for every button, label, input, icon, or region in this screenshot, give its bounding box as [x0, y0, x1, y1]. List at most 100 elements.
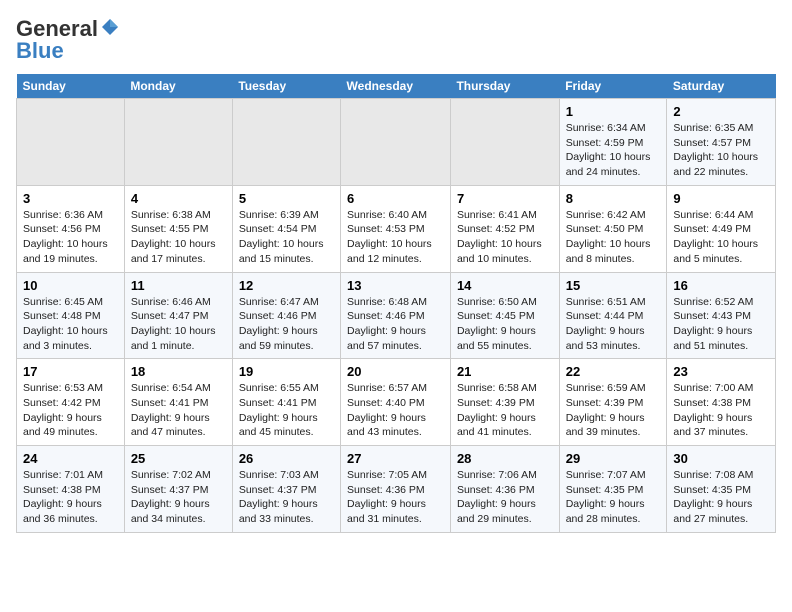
day-info: Sunrise: 6:46 AM Sunset: 4:47 PM Dayligh…	[131, 295, 226, 354]
calendar-cell: 7 Sunrise: 6:41 AM Sunset: 4:52 PM Daylig…	[450, 185, 559, 272]
calendar-cell: 6 Sunrise: 6:40 AM Sunset: 4:53 PM Daylig…	[341, 185, 451, 272]
day-number: 6	[347, 191, 444, 206]
day-info: Sunrise: 6:50 AM Sunset: 4:45 PM Dayligh…	[457, 295, 553, 354]
calendar-cell	[124, 99, 232, 186]
calendar-cell: 10 Sunrise: 6:45 AM Sunset: 4:48 PM Dayli…	[17, 272, 125, 359]
day-number: 27	[347, 451, 444, 466]
day-info: Sunrise: 6:39 AM Sunset: 4:54 PM Dayligh…	[239, 208, 334, 267]
calendar-cell: 22 Sunrise: 6:59 AM Sunset: 4:39 PM Dayli…	[559, 359, 667, 446]
calendar-cell: 30 Sunrise: 7:08 AM Sunset: 4:35 PM Dayli…	[667, 446, 776, 533]
day-info: Sunrise: 7:02 AM Sunset: 4:37 PM Dayligh…	[131, 468, 226, 527]
day-info: Sunrise: 6:58 AM Sunset: 4:39 PM Dayligh…	[457, 381, 553, 440]
day-info: Sunrise: 6:41 AM Sunset: 4:52 PM Dayligh…	[457, 208, 553, 267]
day-info: Sunrise: 6:47 AM Sunset: 4:46 PM Dayligh…	[239, 295, 334, 354]
day-number: 7	[457, 191, 553, 206]
calendar-cell: 26 Sunrise: 7:03 AM Sunset: 4:37 PM Dayli…	[232, 446, 340, 533]
day-number: 28	[457, 451, 553, 466]
day-number: 4	[131, 191, 226, 206]
calendar-cell: 19 Sunrise: 6:55 AM Sunset: 4:41 PM Dayli…	[232, 359, 340, 446]
calendar-cell: 14 Sunrise: 6:50 AM Sunset: 4:45 PM Dayli…	[450, 272, 559, 359]
day-number: 5	[239, 191, 334, 206]
calendar-cell: 8 Sunrise: 6:42 AM Sunset: 4:50 PM Daylig…	[559, 185, 667, 272]
day-info: Sunrise: 6:35 AM Sunset: 4:57 PM Dayligh…	[673, 121, 769, 180]
calendar-cell	[17, 99, 125, 186]
calendar-cell: 3Sunrise: 6:36 AM Sunset: 4:56 PM Daylig…	[17, 185, 125, 272]
col-header-tuesday: Tuesday	[232, 74, 340, 99]
calendar-cell: 27 Sunrise: 7:05 AM Sunset: 4:36 PM Dayli…	[341, 446, 451, 533]
day-number: 9	[673, 191, 769, 206]
calendar-cell: 4 Sunrise: 6:38 AM Sunset: 4:55 PM Daylig…	[124, 185, 232, 272]
day-info: Sunrise: 6:45 AM Sunset: 4:48 PM Dayligh…	[23, 295, 118, 354]
logo-icon	[100, 17, 120, 37]
day-number: 11	[131, 278, 226, 293]
day-info: Sunrise: 7:07 AM Sunset: 4:35 PM Dayligh…	[566, 468, 661, 527]
col-header-saturday: Saturday	[667, 74, 776, 99]
calendar-cell: 5 Sunrise: 6:39 AM Sunset: 4:54 PM Daylig…	[232, 185, 340, 272]
day-info: Sunrise: 7:05 AM Sunset: 4:36 PM Dayligh…	[347, 468, 444, 527]
logo: General Blue	[16, 16, 120, 64]
day-number: 10	[23, 278, 118, 293]
calendar-cell: 18 Sunrise: 6:54 AM Sunset: 4:41 PM Dayli…	[124, 359, 232, 446]
calendar-week-row: 24Sunrise: 7:01 AM Sunset: 4:38 PM Dayli…	[17, 446, 776, 533]
calendar-week-row: 17 Sunrise: 6:53 AM Sunset: 4:42 PM Dayli…	[17, 359, 776, 446]
day-info: Sunrise: 7:08 AM Sunset: 4:35 PM Dayligh…	[673, 468, 769, 527]
calendar-cell: 12Sunrise: 6:47 AM Sunset: 4:46 PM Dayli…	[232, 272, 340, 359]
day-info: Sunrise: 6:40 AM Sunset: 4:53 PM Dayligh…	[347, 208, 444, 267]
day-info: Sunrise: 7:06 AM Sunset: 4:36 PM Dayligh…	[457, 468, 553, 527]
day-info: Sunrise: 6:54 AM Sunset: 4:41 PM Dayligh…	[131, 381, 226, 440]
calendar-cell: 20 Sunrise: 6:57 AM Sunset: 4:40 PM Dayli…	[341, 359, 451, 446]
day-number: 29	[566, 451, 661, 466]
col-header-sunday: Sunday	[17, 74, 125, 99]
day-number: 21	[457, 364, 553, 379]
day-number: 13	[347, 278, 444, 293]
day-info: Sunrise: 7:00 AM Sunset: 4:38 PM Dayligh…	[673, 381, 769, 440]
calendar-cell	[232, 99, 340, 186]
day-number: 25	[131, 451, 226, 466]
day-number: 26	[239, 451, 334, 466]
calendar-week-row: 1 Sunrise: 6:34 AM Sunset: 4:59 PM Daylig…	[17, 99, 776, 186]
calendar-week-row: 3Sunrise: 6:36 AM Sunset: 4:56 PM Daylig…	[17, 185, 776, 272]
day-number: 14	[457, 278, 553, 293]
calendar-cell: 11 Sunrise: 6:46 AM Sunset: 4:47 PM Dayli…	[124, 272, 232, 359]
day-number: 18	[131, 364, 226, 379]
day-info: Sunrise: 6:55 AM Sunset: 4:41 PM Dayligh…	[239, 381, 334, 440]
day-info: Sunrise: 6:48 AM Sunset: 4:46 PM Dayligh…	[347, 295, 444, 354]
day-info: Sunrise: 6:36 AM Sunset: 4:56 PM Dayligh…	[23, 208, 118, 267]
calendar-table: SundayMondayTuesdayWednesdayThursdayFrid…	[16, 74, 776, 533]
day-info: Sunrise: 7:03 AM Sunset: 4:37 PM Dayligh…	[239, 468, 334, 527]
logo-blue-text: Blue	[16, 38, 64, 64]
calendar-cell	[341, 99, 451, 186]
calendar-cell: 17 Sunrise: 6:53 AM Sunset: 4:42 PM Dayli…	[17, 359, 125, 446]
calendar-cell: 21 Sunrise: 6:58 AM Sunset: 4:39 PM Dayli…	[450, 359, 559, 446]
calendar-cell: 2Sunrise: 6:35 AM Sunset: 4:57 PM Daylig…	[667, 99, 776, 186]
day-number: 23	[673, 364, 769, 379]
page-header: General Blue	[16, 16, 776, 64]
calendar-cell: 16 Sunrise: 6:52 AM Sunset: 4:43 PM Dayli…	[667, 272, 776, 359]
day-info: Sunrise: 6:34 AM Sunset: 4:59 PM Dayligh…	[566, 121, 661, 180]
day-info: Sunrise: 6:59 AM Sunset: 4:39 PM Dayligh…	[566, 381, 661, 440]
day-number: 19	[239, 364, 334, 379]
day-info: Sunrise: 6:53 AM Sunset: 4:42 PM Dayligh…	[23, 381, 118, 440]
calendar-cell	[450, 99, 559, 186]
day-number: 20	[347, 364, 444, 379]
calendar-cell: 23 Sunrise: 7:00 AM Sunset: 4:38 PM Dayli…	[667, 359, 776, 446]
calendar-cell: 9Sunrise: 6:44 AM Sunset: 4:49 PM Daylig…	[667, 185, 776, 272]
day-info: Sunrise: 6:57 AM Sunset: 4:40 PM Dayligh…	[347, 381, 444, 440]
col-header-wednesday: Wednesday	[341, 74, 451, 99]
calendar-week-row: 10 Sunrise: 6:45 AM Sunset: 4:48 PM Dayli…	[17, 272, 776, 359]
calendar-cell: 1 Sunrise: 6:34 AM Sunset: 4:59 PM Daylig…	[559, 99, 667, 186]
day-number: 16	[673, 278, 769, 293]
day-number: 17	[23, 364, 118, 379]
day-number: 22	[566, 364, 661, 379]
calendar-cell: 25 Sunrise: 7:02 AM Sunset: 4:37 PM Dayli…	[124, 446, 232, 533]
day-number: 8	[566, 191, 661, 206]
day-info: Sunrise: 6:42 AM Sunset: 4:50 PM Dayligh…	[566, 208, 661, 267]
calendar-cell: 28 Sunrise: 7:06 AM Sunset: 4:36 PM Dayli…	[450, 446, 559, 533]
day-info: Sunrise: 6:52 AM Sunset: 4:43 PM Dayligh…	[673, 295, 769, 354]
day-info: Sunrise: 6:38 AM Sunset: 4:55 PM Dayligh…	[131, 208, 226, 267]
col-header-monday: Monday	[124, 74, 232, 99]
day-number: 30	[673, 451, 769, 466]
calendar-cell: 24Sunrise: 7:01 AM Sunset: 4:38 PM Dayli…	[17, 446, 125, 533]
calendar-cell: 13 Sunrise: 6:48 AM Sunset: 4:46 PM Dayli…	[341, 272, 451, 359]
day-number: 1	[566, 104, 661, 119]
